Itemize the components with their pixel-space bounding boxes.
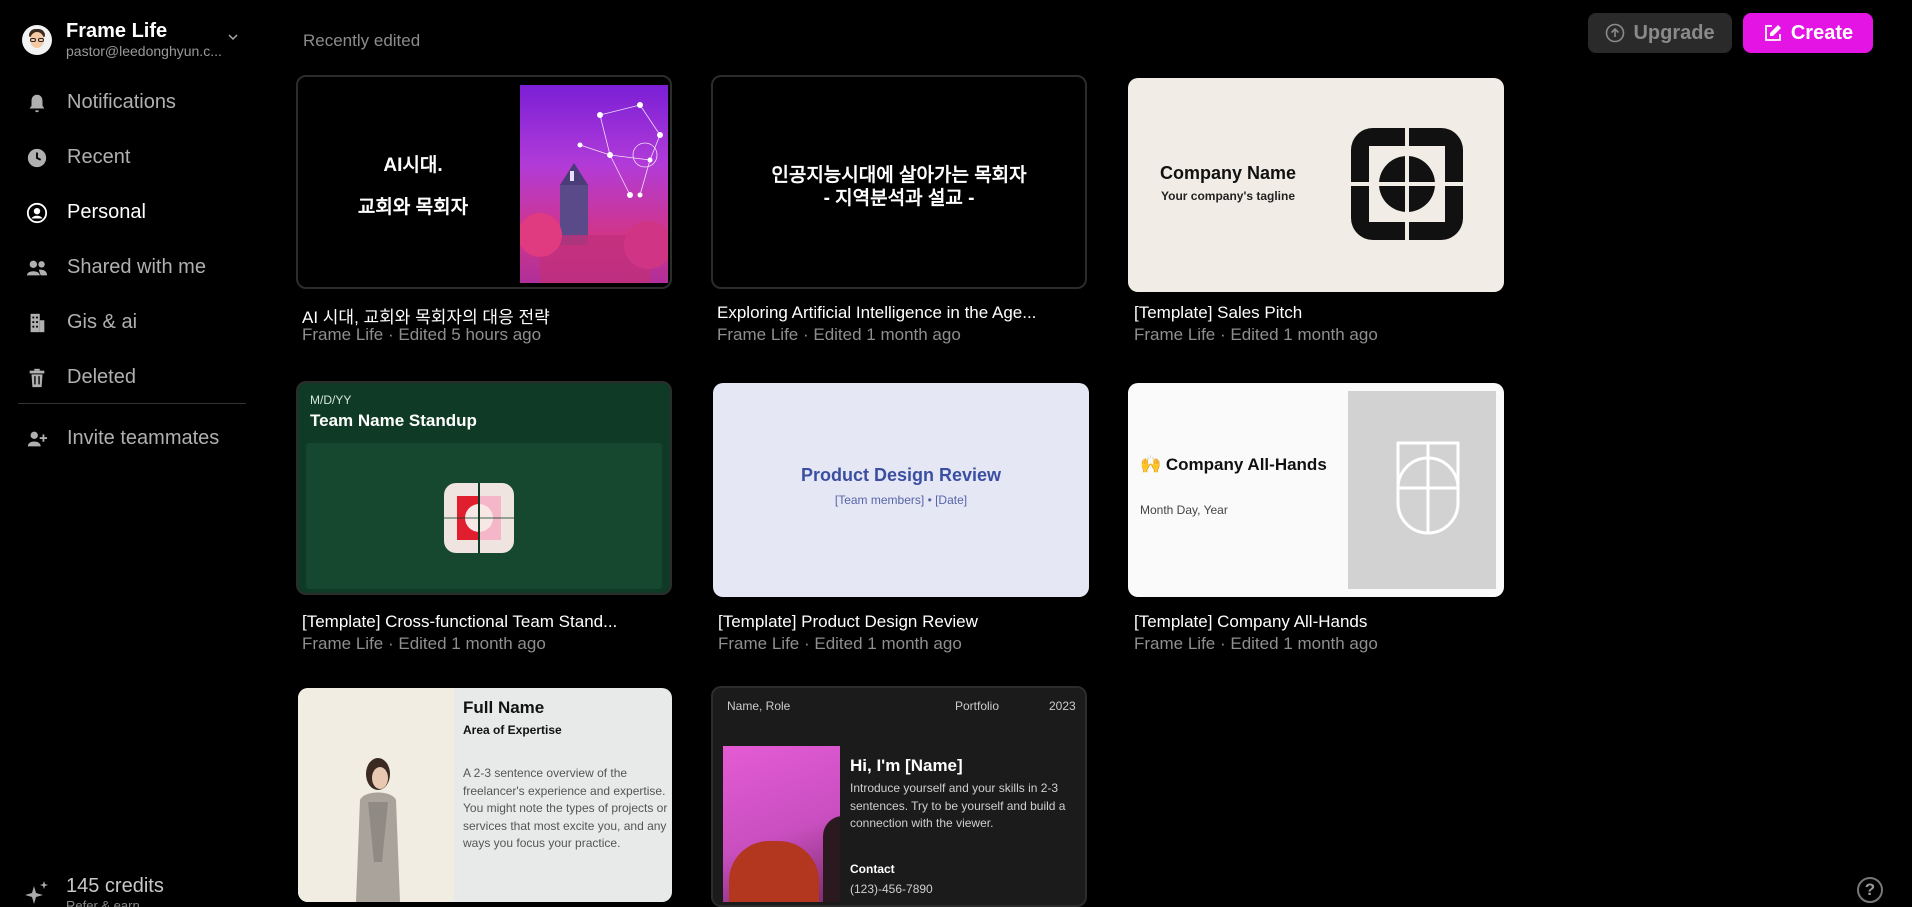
thumb-line1: AI시대. xyxy=(383,155,443,176)
thumb-greeting: Hi, I'm [Name] xyxy=(850,756,963,775)
thumb-role: Name, Role xyxy=(727,699,791,713)
thumb-line2: 교회와 목회자 xyxy=(357,197,469,218)
thumb-line2: - 지역분석과 설교 - xyxy=(823,188,975,209)
sidebar: Frame Life pastor@leedonghyun.c... Notif… xyxy=(0,0,265,907)
thumb-description: A 2-3 sentence overview of the freelance… xyxy=(463,766,668,850)
user-circle-icon xyxy=(26,202,48,223)
thumb-date: Month Day, Year xyxy=(1140,503,1228,517)
chevron-down-icon xyxy=(228,34,238,41)
credits-count: 145 credits xyxy=(66,875,164,897)
sidebar-item-label: Gis & ai xyxy=(67,311,138,333)
allhands-logo-icon xyxy=(1396,441,1460,535)
card-meta: Frame Life · Edited 1 month ago xyxy=(302,634,546,653)
person-photo xyxy=(723,746,840,902)
upgrade-button[interactable]: Upgrade xyxy=(1588,13,1732,53)
account-name: Frame Life xyxy=(66,20,168,42)
thumb-subtitle: [Team members] • [Date] xyxy=(834,493,968,507)
card-title: [Template] Product Design Review xyxy=(718,612,978,631)
invite-label: Invite teammates xyxy=(67,427,220,449)
thumb-company-name: Company Name xyxy=(1160,163,1297,183)
sidebar-item-recent[interactable]: Recent xyxy=(18,130,246,185)
card-meta: Frame Life · Edited 1 month ago xyxy=(1134,325,1378,344)
card-title: [Template] Sales Pitch xyxy=(1134,303,1303,322)
church-image xyxy=(518,85,670,283)
thumb-date: M/D/YY xyxy=(310,393,352,407)
thumb-tagline: Your company's tagline xyxy=(1161,189,1295,203)
person-photo xyxy=(298,688,454,902)
card-title: [Template] Cross-functional Team Stand..… xyxy=(302,612,618,631)
thumb-intro: Introduce yourself and your skills in 2-… xyxy=(850,781,1066,830)
sidebar-divider xyxy=(18,403,246,404)
network-church-illustration xyxy=(518,102,670,283)
create-label: Create xyxy=(1790,21,1854,44)
credits-section[interactable]: 145 credits Refer & earn xyxy=(24,874,164,907)
users-icon xyxy=(26,260,48,275)
thumb-full-name: Full Name xyxy=(463,698,545,717)
card-title: Exploring Artificial Intelligence in the… xyxy=(717,303,1037,322)
sidebar-item-label: Personal xyxy=(67,201,146,223)
invite-section: Invite teammates xyxy=(18,411,246,466)
company-logo-icon xyxy=(1351,128,1463,240)
clock-icon xyxy=(27,148,47,167)
sidebar-item-label: Shared with me xyxy=(67,256,206,278)
card-thumbnail[interactable]: 🙌 Company All-Hands Month Day, Year xyxy=(1128,383,1504,597)
card-thumbnail[interactable]: M/D/YY Team Name Standup xyxy=(296,381,672,595)
section-title: Recently edited xyxy=(303,31,421,50)
sidebar-item-deleted[interactable]: Deleted xyxy=(18,350,246,405)
card-thumbnail[interactable]: Name, Role Portfolio 2023 Hi, I'm [Name]… xyxy=(711,686,1087,907)
create-button[interactable]: Create xyxy=(1743,13,1873,53)
card-thumbnail[interactable]: Product Design Review [Team members] • [… xyxy=(713,383,1089,597)
invite-teammates-button[interactable]: Invite teammates xyxy=(18,411,246,466)
thumb-contact-label: Contact xyxy=(850,862,895,876)
card-title: [Template] Company All-Hands xyxy=(1134,612,1368,631)
refer-earn-link[interactable]: Refer & earn xyxy=(66,898,164,907)
card-thumbnail[interactable]: 인공지능시대에 살아가는 목회자 - 지역분석과 설교 - xyxy=(711,75,1087,289)
trash-icon xyxy=(29,368,45,387)
account-email: pastor@leedonghyun.c... xyxy=(66,43,222,59)
thumb-year: 2023 xyxy=(1049,699,1076,713)
sidebar-item-personal[interactable]: Personal xyxy=(18,185,246,240)
sidebar-item-label: Recent xyxy=(67,146,131,168)
woman-figure-illustration xyxy=(356,758,400,902)
card-thumbnail[interactable]: Full Name Area of Expertise A 2-3 senten… xyxy=(298,688,672,902)
building-icon xyxy=(30,313,45,332)
thumb-team-name: Team Name Standup xyxy=(310,411,477,430)
arrow-up-circle-icon xyxy=(1606,23,1625,43)
help-button[interactable]: ? xyxy=(1857,877,1883,903)
sparkle-icon xyxy=(25,881,48,904)
thumb-portfolio: Portfolio xyxy=(955,699,1000,713)
standup-logo-icon xyxy=(444,483,514,553)
card-thumbnail[interactable]: AI시대. 교회와 목회자 xyxy=(296,75,672,289)
thumb-title: 🙌 Company All-Hands xyxy=(1140,455,1327,474)
card-meta: Frame Life · Edited 1 month ago xyxy=(1134,634,1378,653)
sidebar-item-notifications[interactable]: Notifications xyxy=(18,75,246,130)
card-thumbnail[interactable]: Company Name Your company's tagline xyxy=(1128,78,1504,292)
bell-icon xyxy=(29,94,45,112)
user-plus-icon xyxy=(27,431,48,446)
avatar xyxy=(22,25,52,55)
sidebar-item-shared[interactable]: Shared with me xyxy=(18,240,246,295)
thumb-title: Product Design Review xyxy=(800,465,1002,485)
sidebar-item-label: Deleted xyxy=(67,366,136,388)
thumb-phone: (123)-456-7890 xyxy=(850,882,933,896)
card-meta: Frame Life · Edited 1 month ago xyxy=(717,325,961,344)
sidebar-item-gis-ai[interactable]: Gis & ai xyxy=(18,295,246,350)
edit-icon xyxy=(1764,25,1781,41)
card-meta: Frame Life · Edited 5 hours ago xyxy=(302,325,542,344)
sidebar-item-label: Notifications xyxy=(67,91,176,113)
thumb-area: Area of Expertise xyxy=(463,723,562,737)
upgrade-label: Upgrade xyxy=(1633,21,1715,44)
card-meta: Frame Life · Edited 1 month ago xyxy=(718,634,962,653)
account-switcher[interactable]: Frame Life pastor@leedonghyun.c... xyxy=(22,18,252,62)
sidebar-nav: Notifications Recent Personal Shared wit… xyxy=(18,75,246,405)
